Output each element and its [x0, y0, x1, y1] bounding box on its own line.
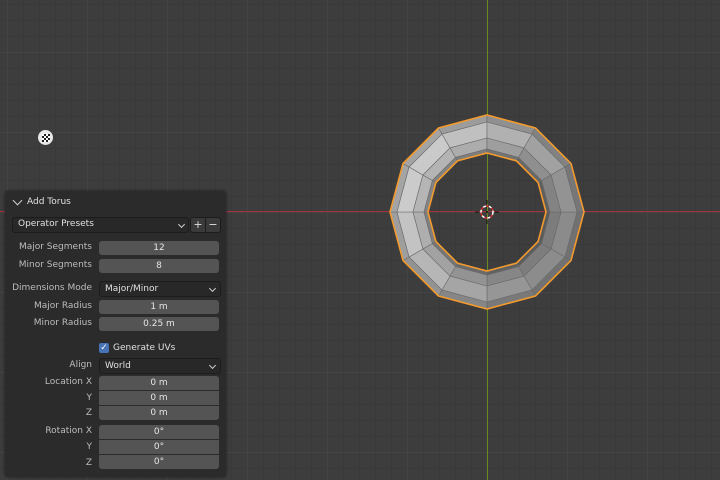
panel-title: Add Torus	[27, 197, 71, 207]
align-value: World	[105, 361, 131, 371]
rotation-y-label: Y	[86, 442, 93, 452]
generate-uvs-checkbox[interactable]: ✓	[99, 343, 109, 353]
minor-segments-field[interactable]: 8	[99, 259, 219, 273]
dimensions-mode-dropdown[interactable]: Major/Minor	[99, 281, 221, 297]
minor-radius-field[interactable]: 0.25 m	[99, 317, 219, 331]
panel-header[interactable]: Add Torus	[12, 195, 71, 209]
location-y-label: Y	[86, 393, 93, 403]
major-segments-label: Major Segments	[18, 242, 92, 252]
chevron-down-icon	[177, 220, 186, 229]
rotation-z-field[interactable]: 0°	[99, 455, 219, 469]
operator-presets-label: Operator Presets	[18, 219, 94, 229]
minor-radius-label: Minor Radius	[33, 318, 92, 328]
generate-uvs-label: Generate UVs	[113, 343, 176, 353]
dimensions-mode-value: Major/Minor	[105, 284, 159, 294]
chevron-down-icon	[208, 361, 217, 370]
location-y-field[interactable]: 0 m	[99, 391, 219, 405]
dimensions-mode-label: Dimensions Mode	[12, 283, 92, 293]
chevron-down-icon	[208, 284, 217, 293]
operator-presets-dropdown[interactable]: Operator Presets	[12, 217, 189, 233]
align-dropdown[interactable]: World	[99, 358, 221, 374]
minor-segments-label: Minor Segments	[18, 260, 92, 270]
rotation-x-field[interactable]: 0°	[99, 425, 219, 439]
add-torus-panel: Add Torus Operator Presets + − Major Seg…	[5, 191, 226, 477]
location-z-field[interactable]: 0 m	[99, 406, 219, 420]
generate-uvs-row[interactable]: ✓ Generate UVs	[99, 342, 175, 354]
rotation-y-field[interactable]: 0°	[99, 440, 219, 454]
location-x-field[interactable]: 0 m	[99, 376, 219, 390]
major-segments-field[interactable]: 12	[99, 241, 219, 255]
location-x-label: Location X	[44, 377, 92, 387]
location-z-label: Z	[85, 408, 92, 418]
align-label: Align	[69, 360, 92, 370]
rotation-x-label: Rotation X	[45, 426, 92, 436]
rotation-z-label: Z	[85, 458, 92, 468]
3d-cursor-icon	[475, 200, 499, 224]
chevron-down-icon[interactable]	[12, 195, 23, 206]
major-radius-field[interactable]: 1 m	[99, 300, 219, 314]
checker-flag-icon[interactable]	[38, 130, 53, 145]
remove-preset-button[interactable]: −	[205, 217, 221, 233]
major-radius-label: Major Radius	[33, 301, 92, 311]
add-preset-button[interactable]: +	[190, 217, 206, 233]
